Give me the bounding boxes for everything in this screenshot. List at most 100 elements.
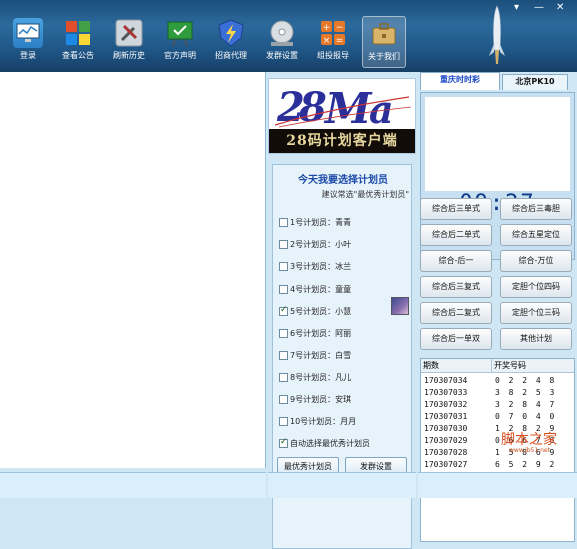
planner-option-10[interactable]: 10号计划员：月月 [279, 414, 356, 428]
tab-beijing-pk10[interactable]: 北京PK10 [502, 74, 568, 90]
presentation-board-icon [165, 18, 195, 48]
close-button[interactable]: ✕ [556, 2, 564, 13]
planner-2-label: 2号计划员：小叶 [290, 239, 352, 249]
planner-8-checkbox[interactable] [279, 372, 288, 382]
login-label: 登录 [20, 51, 36, 60]
auto-select-checkbox[interactable] [279, 437, 288, 448]
planner-option-6[interactable]: 6号计划员：阿丽 [279, 326, 351, 340]
middle-status-bar [268, 472, 416, 498]
app-logo: 2 8 M a 28码计划客户端 [268, 78, 416, 154]
refresh-history-label: 刷新历史 [113, 51, 145, 60]
bet-report-label: 组投报导 [317, 51, 349, 60]
plan-button-9[interactable]: 综合后二复式 [420, 302, 492, 324]
plan-button-8[interactable]: 定胆个位四码 [500, 276, 572, 298]
plan-button-10[interactable]: 定胆个位三码 [500, 302, 572, 324]
official-statement-button[interactable]: 官方声明 [158, 18, 202, 61]
table-row: 170307027 6 5 2 9 2 [424, 460, 557, 469]
countdown-display-area [425, 97, 570, 191]
table-row: 170307034 0 2 2 4 8 [424, 376, 557, 385]
planner-2-checkbox[interactable] [279, 239, 288, 249]
planner-3-label: 3号计划员：冰兰 [290, 261, 352, 271]
briefcase-icon [369, 19, 399, 49]
refresh-history-button[interactable]: 刷新历史 [107, 18, 151, 61]
table-row: 170307033 3 8 2 5 3 [424, 388, 557, 397]
planner-7-label: 7号计划员：白雪 [290, 350, 352, 360]
watermark-url: www.jb51.net [509, 447, 550, 454]
tools-icon [114, 18, 144, 48]
table-row: 170307031 0 7 0 4 0 [424, 412, 557, 421]
planner-option-7[interactable]: 7号计划员：白雪 [279, 348, 351, 362]
plan-button-1[interactable]: 综合后三单式 [420, 198, 492, 220]
svg-text:×: × [323, 36, 331, 46]
planner-4-checkbox[interactable] [279, 284, 288, 294]
logo-subtitle: 28码计划客户端 [269, 129, 415, 153]
view-announcement-button[interactable]: 查看公告 [56, 18, 100, 61]
view-announcement-label: 查看公告 [62, 51, 94, 60]
tab-chongqing[interactable]: 重庆时时彩 [420, 72, 500, 90]
planner-1-label: 1号计划员：青青 [290, 217, 352, 227]
plan-button-11[interactable]: 综合后一单双 [420, 328, 492, 350]
draw-results-table: 期数 开奖号码 170307034 0 2 2 4 8 170307033 3 8 … [420, 358, 575, 542]
menu-dropdown-icon[interactable]: ▾ [514, 2, 519, 13]
planner-5-checkbox[interactable] [279, 305, 288, 316]
planner-10-label: 10号计划员：月月 [290, 416, 357, 426]
planner-option-3[interactable]: 3号计划员：冰兰 [279, 259, 351, 273]
auto-select-option[interactable]: 自动选择最优秀计划员 [279, 436, 370, 450]
col-issue-header: 期数 [421, 359, 491, 373]
bet-report-button[interactable]: + − × = 组投报导 [311, 18, 355, 61]
about-us-label: 关于我们 [368, 52, 400, 61]
plan-button-7[interactable]: 综合后三复式 [420, 276, 492, 298]
lottery-tabs: 重庆时时彩 北京PK10 [418, 72, 577, 90]
planner-6-checkbox[interactable] [279, 328, 288, 338]
svg-text:=: = [336, 36, 344, 46]
planner-6-label: 6号计划员：阿丽 [290, 328, 352, 338]
planner-option-8[interactable]: 8号计划员：凡儿 [279, 370, 351, 384]
plan-button-2[interactable]: 综合后三毒胆 [500, 198, 572, 220]
planner-avatar [391, 297, 409, 315]
col-numbers-header: 开奖号码 [491, 359, 574, 373]
plan-button-4[interactable]: 综合五星定位 [500, 224, 572, 246]
about-us-button[interactable]: 关于我们 [362, 16, 406, 68]
group-settings-button[interactable]: 发群设置 [260, 18, 304, 61]
planner-hint: 建议常选"最优秀计划员" [321, 190, 409, 199]
agent-recruitment-button[interactable]: 招商代理 [209, 18, 253, 61]
planner-option-1[interactable]: 1号计划员：青青 [279, 215, 351, 229]
planner-1-checkbox[interactable] [279, 217, 288, 227]
planner-title: 今天我要选择计划员 [298, 175, 388, 186]
agent-recruitment-label: 招商代理 [215, 51, 247, 60]
plan-button-12[interactable]: 其他计划 [500, 328, 572, 350]
planner-option-9[interactable]: 9号计划员：安琪 [279, 392, 351, 406]
left-status-bar [0, 472, 266, 498]
svg-text:a: a [369, 87, 394, 129]
calculator-icon: + − × = [318, 18, 348, 48]
planner-5-label: 5号计划员：小慧 [290, 306, 352, 316]
monitor-chart-icon [13, 18, 43, 48]
minimize-button[interactable]: — [534, 2, 544, 13]
group-settings-label: 发群设置 [266, 51, 298, 60]
shield-bolt-icon [216, 18, 246, 48]
svg-text:−: − [336, 23, 344, 33]
cd-drive-icon [267, 18, 297, 48]
svg-text:M: M [323, 84, 373, 129]
planner-3-checkbox[interactable] [279, 261, 288, 271]
plan-button-6[interactable]: 综合-万位 [500, 250, 572, 272]
planner-7-checkbox[interactable] [279, 350, 288, 360]
plan-button-3[interactable]: 综合后二单式 [420, 224, 492, 246]
watermark-text: 脚本之家 [501, 432, 557, 448]
planner-option-4[interactable]: 4号计划员：童童 [279, 282, 351, 296]
official-statement-label: 官方声明 [164, 51, 196, 60]
planner-option-5[interactable]: 5号计划员：小慧 [279, 304, 351, 318]
login-button[interactable]: 登录 [6, 18, 50, 61]
planner-option-2[interactable]: 2号计划员：小叶 [279, 237, 351, 251]
plan-button-5[interactable]: 综合-后一 [420, 250, 492, 272]
planner-panel: 2 8 M a 28码计划客户端 今天我要选择计划员 建议常选"最优秀计划员" … [268, 78, 416, 549]
lottery-panel: 重庆时时彩 北京PK10 09:27 综合后三单式 综合后三毒胆 综合后二单式 … [418, 72, 577, 542]
planner-9-checkbox[interactable] [279, 394, 288, 404]
rocket-icon [489, 5, 505, 64]
table-row: 170307032 3 2 8 4 7 [424, 400, 557, 409]
planner-10-checkbox[interactable] [279, 416, 288, 426]
svg-text:+: + [323, 23, 331, 33]
toolbar: ▾ — ✕ 登录 查看公告 刷新历史 官方声明 招商代理 发群设置 + − × … [0, 0, 577, 72]
plan-output-area[interactable] [0, 72, 266, 468]
right-status-bar [418, 472, 577, 498]
